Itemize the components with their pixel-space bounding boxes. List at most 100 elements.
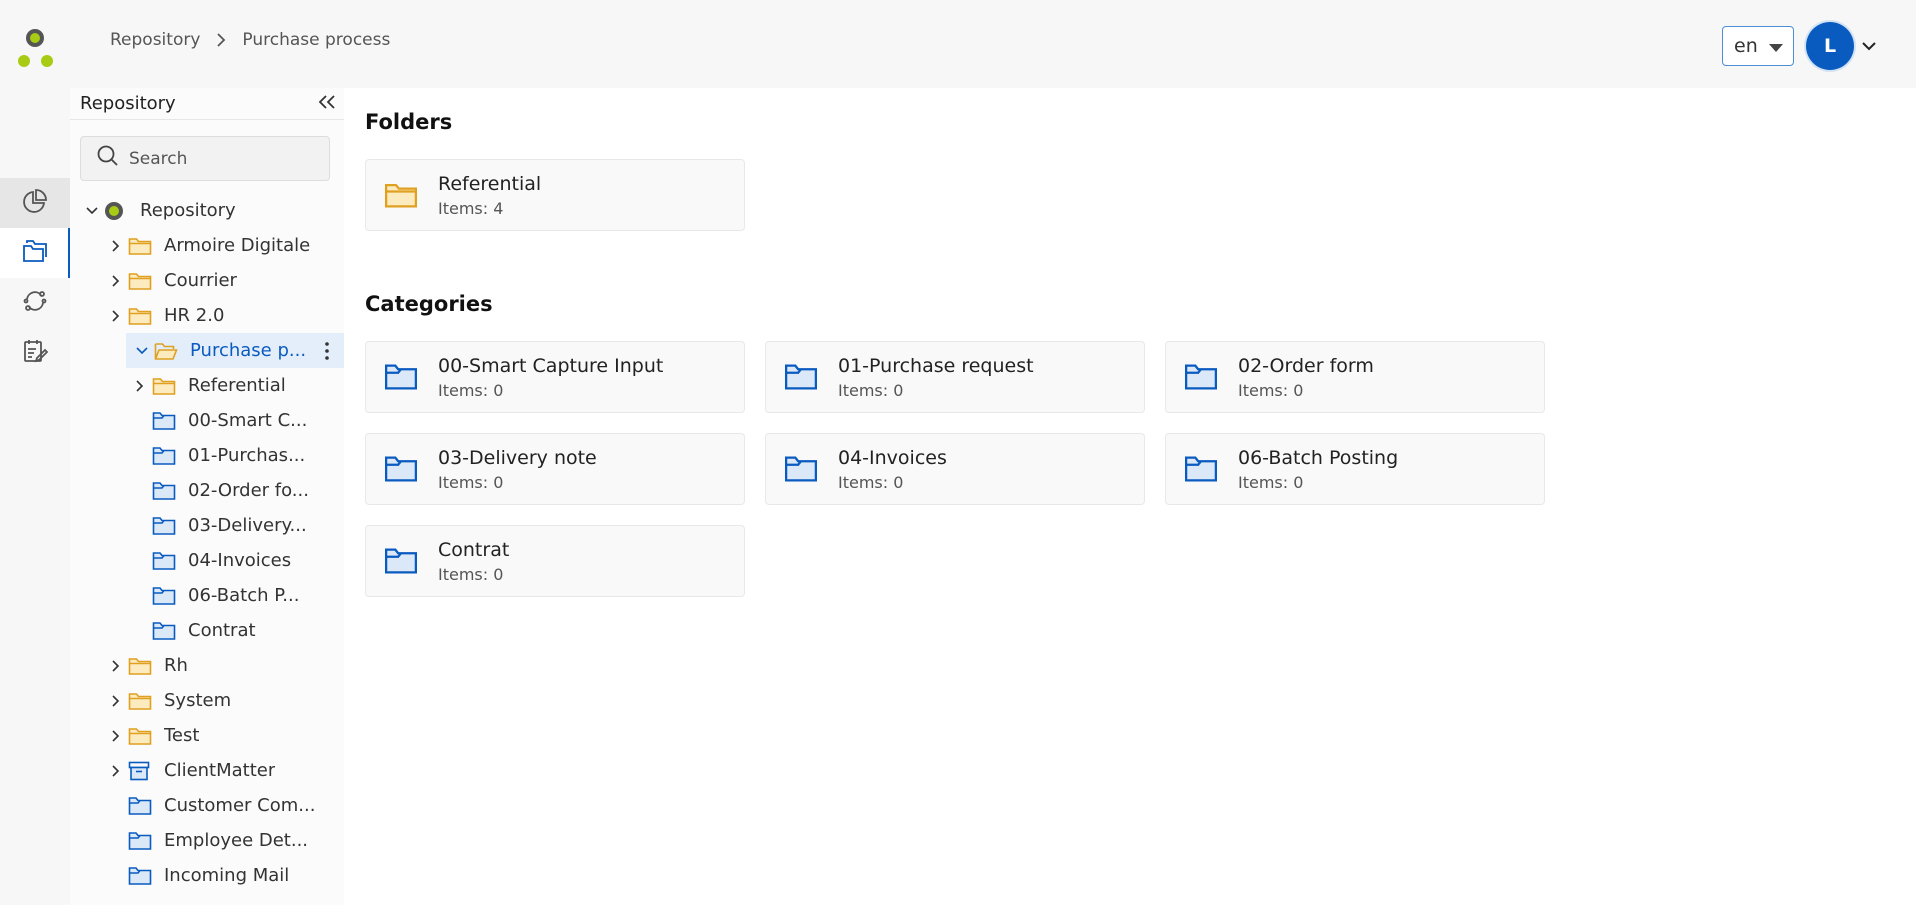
- tree-item-label: Purchase p...: [190, 340, 307, 361]
- app-logo[interactable]: [14, 25, 54, 71]
- chevron-down-icon[interactable]: [1862, 41, 1876, 51]
- tree-item[interactable]: HR 2.0: [70, 298, 344, 333]
- repository-tree-panel: Repository Search Repository Armoire Digi…: [70, 88, 345, 905]
- folder-icon: [128, 306, 154, 326]
- tree-item[interactable]: Contrat: [70, 613, 344, 648]
- category-folder-icon: [152, 586, 178, 606]
- tree-item[interactable]: 04-Invoices: [70, 543, 344, 578]
- repository-icon: [104, 201, 130, 221]
- chevron-right-icon[interactable]: [104, 764, 128, 777]
- category-folder-icon: [384, 454, 420, 484]
- tree-item[interactable]: System: [70, 683, 344, 718]
- search-placeholder: Search: [129, 148, 188, 169]
- tree-item[interactable]: Employee Det...: [70, 823, 344, 858]
- tree-item-label: 03-Delivery...: [188, 515, 307, 536]
- language-select[interactable]: en: [1722, 26, 1794, 66]
- tree-item[interactable]: 02-Order fo...: [70, 473, 344, 508]
- tree-item[interactable]: Courrier: [70, 263, 344, 298]
- tree-search-input[interactable]: Search: [80, 136, 330, 181]
- chevron-right-icon[interactable]: [104, 659, 128, 672]
- tree-item-label: Employee Det...: [164, 830, 309, 851]
- folders-heading: Folders: [365, 110, 453, 134]
- category-card[interactable]: 02-Order form Items: 0: [1165, 341, 1545, 413]
- category-card[interactable]: 00-Smart Capture Input Items: 0: [365, 341, 745, 413]
- category-card[interactable]: 01-Purchase request Items: 0: [765, 341, 1145, 413]
- folder-icon: [128, 236, 154, 256]
- category-folder-icon: [1184, 454, 1220, 484]
- tree-item[interactable]: 03-Delivery...: [70, 508, 344, 543]
- tree-item[interactable]: Repository: [70, 193, 344, 228]
- tree-item-label: Courrier: [164, 270, 237, 291]
- chevron-down-icon[interactable]: [130, 346, 154, 355]
- rail-item-dashboard[interactable]: [0, 178, 70, 228]
- tree-item-label: Test: [164, 725, 200, 746]
- category-folder-icon: [784, 362, 820, 392]
- language-value: en: [1734, 35, 1758, 57]
- chevron-down-icon[interactable]: [80, 206, 104, 215]
- chevron-right-icon[interactable]: [104, 274, 128, 287]
- category-folder-icon: [152, 621, 178, 641]
- card-name: 04-Invoices: [838, 446, 947, 469]
- folder-open-icon: [154, 341, 180, 361]
- tree-item-label: Customer Com...: [164, 795, 316, 816]
- sync-icon: [22, 288, 48, 318]
- task-list-icon: [22, 338, 49, 368]
- tree-item-label: Rh: [164, 655, 188, 676]
- category-folder-icon: [152, 551, 178, 571]
- category-folder-icon: [152, 446, 178, 466]
- tree-item-label: Referential: [188, 375, 286, 396]
- chevron-right-icon: [216, 33, 226, 47]
- rail-item-repository[interactable]: [0, 228, 70, 278]
- tree-item[interactable]: 01-Purchas...: [70, 438, 344, 473]
- chevron-right-icon[interactable]: [128, 379, 152, 392]
- more-options-icon[interactable]: [324, 341, 330, 361]
- caret-down-icon: [1769, 35, 1783, 57]
- tree-item[interactable]: Incoming Mail: [70, 858, 344, 893]
- pie-chart-icon: [22, 188, 48, 218]
- user-initial: L: [1823, 35, 1837, 57]
- folder-card[interactable]: Referential Items: 4: [365, 159, 745, 231]
- tree-item[interactable]: Purchase p...: [126, 333, 344, 368]
- category-card[interactable]: Contrat Items: 0: [365, 525, 745, 597]
- collapse-panel-icon[interactable]: [318, 93, 336, 114]
- chevron-right-icon[interactable]: [104, 239, 128, 252]
- category-folder-icon: [152, 411, 178, 431]
- category-card[interactable]: 04-Invoices Items: 0: [765, 433, 1145, 505]
- card-name: 01-Purchase request: [838, 354, 1034, 377]
- chevron-right-icon[interactable]: [104, 729, 128, 742]
- category-card[interactable]: 03-Delivery note Items: 0: [365, 433, 745, 505]
- tree-item[interactable]: Rh: [70, 648, 344, 683]
- category-folder-icon: [784, 454, 820, 484]
- archive-icon: [128, 761, 154, 781]
- tree-item-label: Repository: [140, 200, 236, 221]
- card-item-count: Items: 0: [1238, 380, 1304, 400]
- tree-item[interactable]: ClientMatter: [70, 753, 344, 788]
- category-card[interactable]: 06-Batch Posting Items: 0: [1165, 433, 1545, 505]
- tree-item[interactable]: Customer Com...: [70, 788, 344, 823]
- tree-item[interactable]: 00-Smart C...: [70, 403, 344, 438]
- card-item-count: Items: 0: [438, 564, 504, 584]
- tree-item[interactable]: Armoire Digitale: [70, 228, 344, 263]
- tree-item[interactable]: Test: [70, 718, 344, 753]
- card-name: 06-Batch Posting: [1238, 446, 1399, 469]
- tree-item[interactable]: 06-Batch P...: [70, 578, 344, 613]
- breadcrumb: Repository Purchase process: [110, 30, 390, 50]
- chevron-right-icon[interactable]: [104, 309, 128, 322]
- user-avatar[interactable]: L: [1806, 22, 1854, 70]
- rail-item-tasks[interactable]: [0, 328, 70, 378]
- tree-item-label: 06-Batch P...: [188, 585, 300, 606]
- category-folder-icon: [128, 831, 154, 851]
- tree-item[interactable]: Referential: [70, 368, 344, 403]
- category-folder-icon: [128, 796, 154, 816]
- tree-panel-title: Repository: [80, 93, 176, 114]
- tree-item-label: HR 2.0: [164, 305, 225, 326]
- card-item-count: Items: 0: [838, 472, 904, 492]
- card-name: Referential: [438, 172, 542, 195]
- chevron-right-icon[interactable]: [104, 694, 128, 707]
- categories-heading: Categories: [365, 292, 493, 316]
- card-item-count: Items: 0: [838, 380, 904, 400]
- folder-icon: [384, 180, 420, 210]
- breadcrumb-item-repository[interactable]: Repository: [110, 30, 200, 50]
- rail-item-workflow[interactable]: [0, 278, 70, 328]
- card-item-count: Items: 0: [438, 472, 504, 492]
